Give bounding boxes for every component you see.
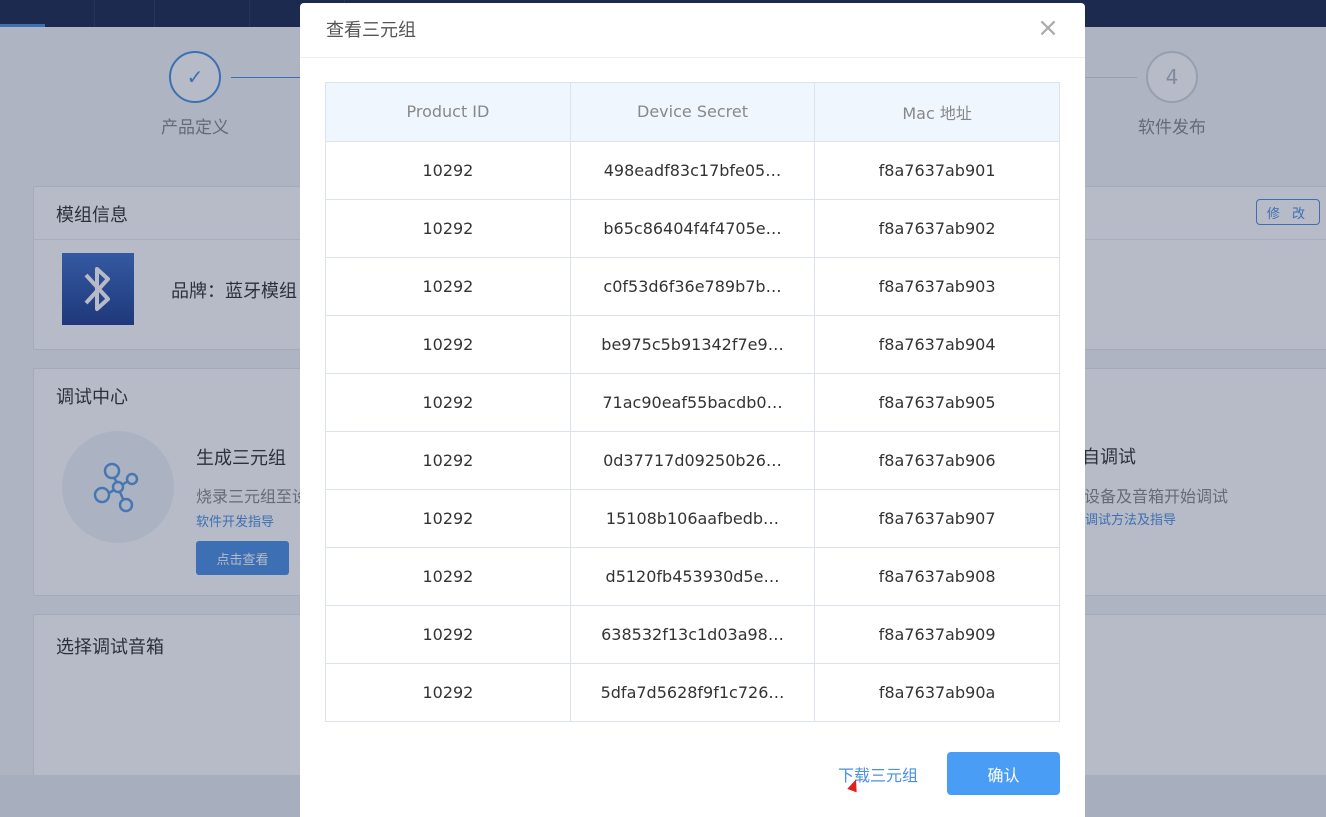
cell-device-secret: b65c86404f4f4705e… [570, 199, 816, 258]
table-row: 10292 0d37717d09250b26… f8a7637ab906 [326, 431, 1059, 490]
cell-device-secret: 5dfa7d5628f9f1c726… [570, 663, 816, 721]
confirm-button[interactable]: 确认 [947, 752, 1060, 795]
view-triple-dialog: 查看三元组 × Product ID Device Secret Mac 地址 … [300, 3, 1085, 817]
cell-mac: f8a7637ab908 [814, 547, 1059, 606]
cell-mac: f8a7637ab903 [814, 257, 1059, 316]
cell-product-id: 10292 [326, 315, 571, 374]
cell-device-secret: 71ac90eaf55bacdb0… [570, 373, 816, 432]
cell-product-id: 10292 [326, 663, 571, 721]
table-row: 10292 c0f53d6f36e789b7b… f8a7637ab903 [326, 257, 1059, 316]
table-row: 10292 be975c5b91342f7e9… f8a7637ab904 [326, 315, 1059, 374]
dialog-title: 查看三元组 [326, 20, 416, 41]
table-header-row: Product ID Device Secret Mac 地址 [326, 83, 1059, 142]
cell-device-secret: 638532f13c1d03a98… [570, 605, 816, 664]
dialog-header: 查看三元组 × [300, 3, 1085, 58]
cell-device-secret: c0f53d6f36e789b7b… [570, 257, 816, 316]
cell-mac: f8a7637ab904 [814, 315, 1059, 374]
cell-device-secret: be975c5b91342f7e9… [570, 315, 816, 374]
table-row: 10292 71ac90eaf55bacdb0… f8a7637ab905 [326, 373, 1059, 432]
table-row: 10292 498eadf83c17bfe05… f8a7637ab901 [326, 141, 1059, 200]
cell-mac: f8a7637ab90a [878, 682, 996, 702]
cell-product-id: 10292 [326, 257, 571, 316]
cell-device-secret: 15108b106aafbedb… [570, 489, 816, 548]
cell-product-id: 10292 [326, 141, 571, 200]
cell-mac: f8a7637ab901 [814, 141, 1059, 200]
column-header-device-secret: Device Secret [570, 83, 816, 142]
cell-product-id: 10292 [326, 605, 571, 664]
cell-device-secret: 498eadf83c17bfe05… [570, 141, 816, 200]
table-row: 10292 d5120fb453930d5e… f8a7637ab908 [326, 547, 1059, 606]
column-header-product-id: Product ID [326, 83, 571, 142]
table-row: 10292 638532f13c1d03a98… f8a7637ab909 [326, 605, 1059, 664]
table-row: 10292 15108b106aafbedb… f8a7637ab907 [326, 489, 1059, 548]
cell-mac: f8a7637ab902 [814, 199, 1059, 258]
cell-mac: f8a7637ab909 [814, 605, 1059, 664]
cell-product-id: 10292 [326, 199, 571, 258]
cell-device-secret: 0d37717d09250b26… [570, 431, 816, 490]
triple-table: Product ID Device Secret Mac 地址 10292 49… [325, 82, 1060, 722]
cell-mac: f8a7637ab907 [814, 489, 1059, 548]
cell-mac: f8a7637ab906 [814, 431, 1059, 490]
close-icon[interactable]: × [1036, 15, 1060, 41]
cell-product-id: 10292 [326, 547, 571, 606]
cell-product-id: 10292 [326, 431, 571, 490]
cell-product-id: 10292 [326, 373, 571, 432]
cell-mac: f8a7637ab905 [814, 373, 1059, 432]
column-header-mac: Mac 地址 [814, 83, 1059, 142]
table-row: 10292 5dfa7d5628f9f1c726… f8a7637ab90a [326, 663, 1059, 721]
cell-device-secret: d5120fb453930d5e… [570, 547, 816, 606]
cell-product-id: 10292 [326, 489, 571, 548]
table-row: 10292 b65c86404f4f4705e… f8a7637ab902 [326, 199, 1059, 258]
mouse-cursor [847, 777, 861, 793]
